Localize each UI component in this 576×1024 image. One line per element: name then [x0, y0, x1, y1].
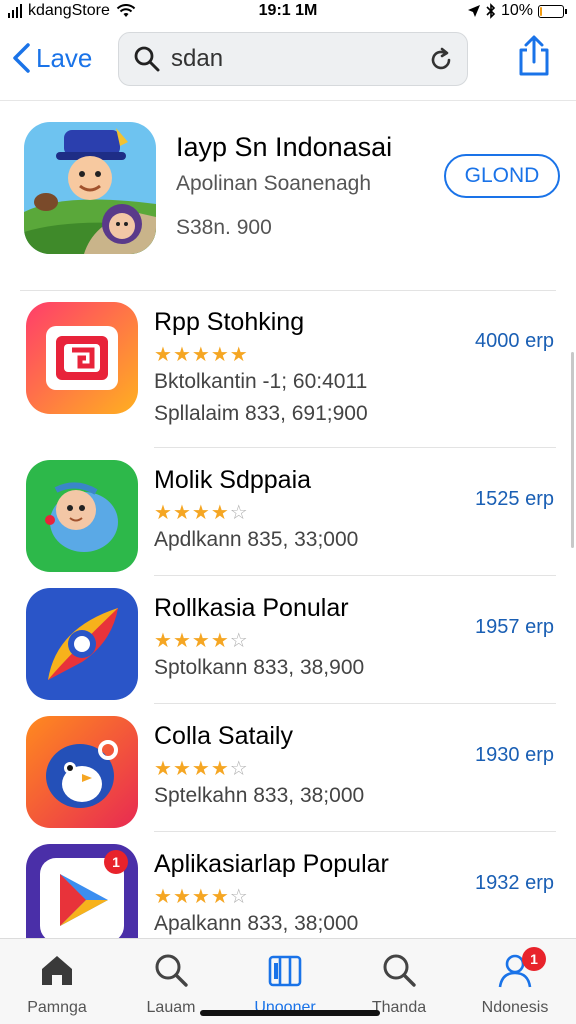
rating-stars: ★★★★☆	[154, 628, 249, 653]
app-meta: Bktolkantin -1; 60:4011	[154, 370, 368, 393]
featured-app-subtitle: Apolinan Soanenagh	[176, 172, 372, 195]
star-filled-icon: ★	[154, 344, 173, 366]
star-filled-icon: ★	[210, 886, 230, 908]
list-item[interactable]: Rollkasia Ponular ★★★★☆ Sptolkann 833, 3…	[0, 576, 576, 704]
search-icon	[383, 954, 416, 987]
star-filled-icon: ★	[172, 886, 192, 908]
star-filled-icon: ★	[172, 758, 192, 780]
rating-stars: ★★★★☆	[154, 756, 249, 781]
star-filled-icon: ★	[154, 502, 173, 524]
star-filled-icon: ★	[210, 630, 230, 652]
star-filled-icon: ★	[191, 502, 211, 524]
star-filled-icon: ★	[191, 344, 211, 366]
star-filled-icon: ★	[210, 502, 230, 524]
status-right: 10%	[467, 2, 567, 20]
back-button[interactable]: Lave	[10, 38, 92, 78]
featured-app-icon[interactable]	[24, 122, 156, 254]
star-filled-icon: ★	[229, 344, 249, 366]
list-item[interactable]: 1 Aplikasiarlap Popular ★★★★☆ Apalkann 8…	[0, 832, 576, 938]
star-filled-icon: ★	[191, 758, 211, 780]
search-input[interactable]	[171, 45, 411, 73]
list-item[interactable]: Colla Sataily ★★★★☆ Sptelkahn 833, 38;00…	[0, 704, 576, 832]
tab-label: Ndonesis	[481, 999, 549, 1016]
app-icon-swirl[interactable]	[26, 588, 138, 700]
list-item[interactable]: Molik Sdppaia ★★★★☆ Apdlkann 835, 33;000…	[0, 448, 576, 576]
app-name[interactable]: Rpp Stohking	[154, 308, 304, 337]
get-button[interactable]: GLOND	[444, 154, 560, 198]
nav-bar: Lave	[0, 26, 576, 96]
bluetooth-icon	[486, 3, 496, 19]
grid-app-icon	[26, 302, 138, 414]
app-name[interactable]: Colla Sataily	[154, 722, 293, 751]
app-name[interactable]: Rollkasia Ponular	[154, 594, 349, 623]
home-icon	[42, 956, 72, 985]
location-icon	[467, 5, 480, 17]
star-filled-icon: ★	[191, 630, 211, 652]
app-icon-mascot[interactable]	[26, 460, 138, 572]
featured-app-title[interactable]: Iayp Sn Indonasai	[176, 132, 392, 163]
star-empty-icon: ☆	[229, 886, 249, 908]
app-name[interactable]: Molik Sdppaia	[154, 466, 311, 495]
swirl-app-icon	[26, 588, 138, 700]
search-icon	[134, 46, 160, 72]
tab-label: Pamnga	[27, 999, 87, 1016]
bird-app-icon	[26, 716, 138, 828]
star-filled-icon: ★	[172, 630, 192, 652]
divider	[0, 100, 576, 101]
search-icon	[155, 954, 188, 987]
status-bar: kdangStore 19:1 1M 10%	[0, 0, 576, 26]
app-icon-bird[interactable]	[26, 716, 138, 828]
star-empty-icon: ☆	[229, 502, 249, 524]
share-icon[interactable]	[514, 34, 554, 78]
star-filled-icon: ★	[154, 630, 173, 652]
notification-badge: 1	[104, 850, 128, 874]
star-empty-icon: ☆	[229, 758, 249, 780]
home-indicator	[200, 1010, 380, 1016]
tab-home[interactable]: Pamnga	[2, 951, 112, 1021]
battery-percent: 10%	[500, 2, 533, 19]
app-meta: Apalkann 833, 38;000	[154, 912, 359, 935]
cartoon-character-icon	[24, 122, 156, 254]
chevron-left-icon	[13, 43, 30, 73]
rating-stars: ★★★★☆	[154, 500, 249, 525]
featured-app-price: S38n. 900	[176, 216, 272, 239]
refresh-icon[interactable]	[427, 46, 455, 74]
star-filled-icon: ★	[172, 502, 192, 524]
star-empty-icon: ☆	[229, 630, 249, 652]
scrollbar[interactable]	[571, 352, 574, 548]
app-icon-play[interactable]: 1	[26, 844, 138, 938]
star-filled-icon: ★	[210, 344, 230, 366]
apps-icon	[268, 955, 302, 987]
app-meta-secondary: Spllalaim 833, 691;900	[154, 402, 368, 425]
featured-app[interactable]: Iayp Sn Indonasai Apolinan Soanenagh S38…	[0, 118, 576, 268]
star-filled-icon: ★	[154, 758, 173, 780]
app-size: 1932 erp	[475, 872, 554, 894]
app-size: 4000 erp	[475, 330, 554, 352]
app-icon-grid[interactable]	[26, 302, 138, 414]
search-bar[interactable]	[118, 32, 468, 86]
star-filled-icon: ★	[154, 886, 173, 908]
star-filled-icon: ★	[172, 344, 192, 366]
mascot-app-icon	[26, 460, 138, 572]
notification-badge: 1	[522, 947, 546, 971]
battery-icon	[538, 4, 567, 18]
app-meta: Apdlkann 835, 33;000	[154, 528, 359, 551]
star-filled-icon: ★	[191, 886, 211, 908]
battery-level	[540, 6, 542, 16]
app-size: 1525 erp	[475, 488, 554, 510]
tab-profile[interactable]: 1 Ndonesis	[460, 947, 570, 1021]
star-filled-icon: ★	[210, 758, 230, 780]
app-name[interactable]: Aplikasiarlap Popular	[154, 850, 389, 879]
app-meta: Sptolkann 833, 38,900	[154, 656, 365, 679]
rating-stars: ★★★★★	[154, 342, 249, 367]
app-size: 1930 erp	[475, 744, 554, 766]
rating-stars: ★★★★☆	[154, 884, 249, 909]
app-size: 1957 erp	[475, 616, 554, 638]
list-item[interactable]: Rpp Stohking ★★★★★ Bktolkantin -1; 60:40…	[0, 290, 576, 448]
back-label: Lave	[36, 42, 93, 73]
app-meta: Sptelkahn 833, 38;000	[154, 784, 365, 807]
